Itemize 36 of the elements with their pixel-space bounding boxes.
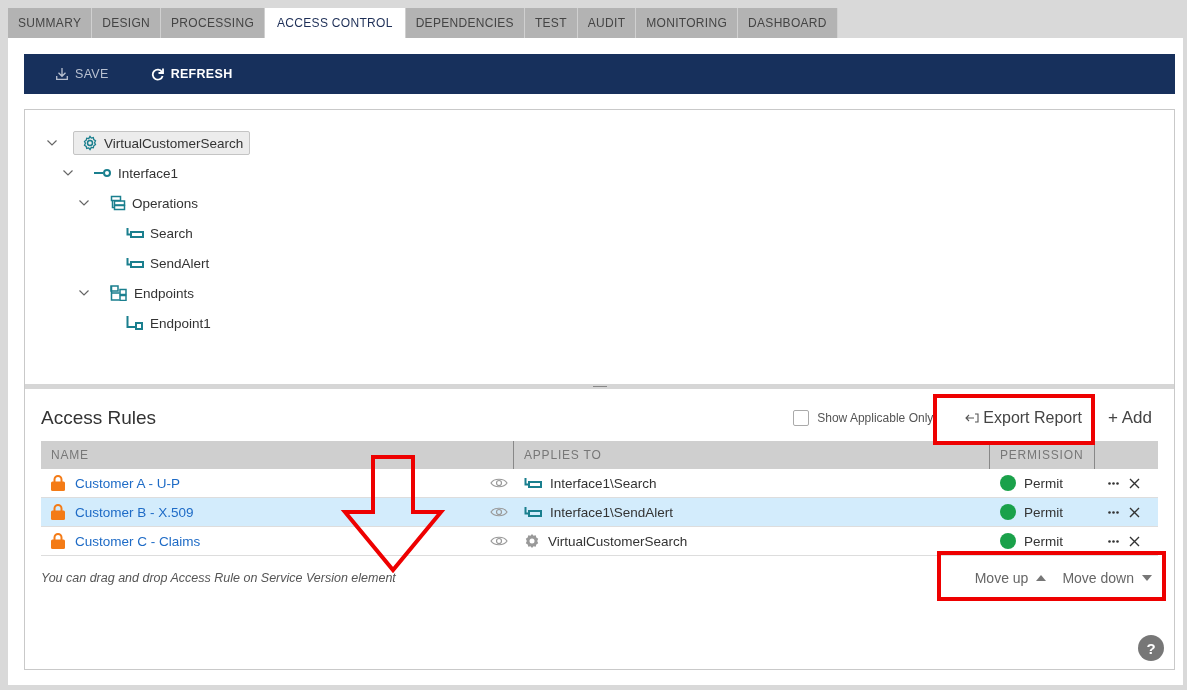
tab[interactable]: ACCESS CONTROL (265, 8, 406, 38)
tree-item[interactable]: VirtualCustomerSearch (73, 131, 251, 155)
tab[interactable]: AUDIT (577, 8, 637, 38)
refresh-button[interactable]: REFRESH (148, 63, 235, 85)
help-button[interactable]: ? (1138, 635, 1164, 661)
move-up-button[interactable]: Move up (968, 566, 1053, 590)
export-report-button[interactable]: Export Report (959, 405, 1089, 431)
rule-name-link[interactable]: Customer B - X.509 (75, 504, 194, 520)
add-button[interactable]: + Add (1102, 404, 1158, 432)
rule-name-link[interactable]: Customer C - Claims (75, 533, 201, 549)
tree-item[interactable]: Operations (105, 191, 204, 215)
permission-text: Permit (1024, 475, 1063, 491)
tree-item[interactable]: Endpoint1 (121, 311, 216, 335)
tree-item[interactable]: Interface1 (89, 161, 184, 185)
table-row[interactable]: Customer B - X.509 Interface1\SendAlert Permit (41, 498, 1158, 527)
tab[interactable]: DESIGN (92, 8, 162, 38)
tab[interactable]: MONITORING (636, 8, 739, 38)
tab[interactable]: PROCESSING (161, 8, 266, 38)
permission-text: Permit (1024, 533, 1063, 549)
rule-name-link[interactable]: Customer A - U-P (75, 475, 181, 491)
tab[interactable]: DASHBOARD (738, 8, 838, 38)
applies-to-text: Interface1\Search (550, 475, 657, 491)
applies-to-text: VirtualCustomerSearch (548, 533, 688, 549)
table-row[interactable]: Customer C - Claims VirtualCustomerSearch Permit (41, 527, 1158, 556)
tab[interactable]: DEPENDENCIES (405, 8, 525, 38)
tab[interactable]: SUMMARY (8, 8, 93, 38)
hint-text: You can drag and drop Access Rule on Service Version element (41, 571, 396, 585)
tree-item[interactable]: Search (121, 221, 198, 245)
tab[interactable]: TEST (524, 8, 578, 38)
tree-item[interactable]: SendAlert (121, 251, 215, 275)
permission-text: Permit (1024, 504, 1063, 520)
checkbox-label: Show Applicable Only (817, 411, 934, 425)
move-down-button[interactable]: Move down (1056, 566, 1158, 590)
applies-to-text: Interface1\SendAlert (550, 504, 674, 520)
tree-item[interactable]: Endpoints (105, 281, 200, 305)
section-title: Access Rules (41, 407, 157, 429)
